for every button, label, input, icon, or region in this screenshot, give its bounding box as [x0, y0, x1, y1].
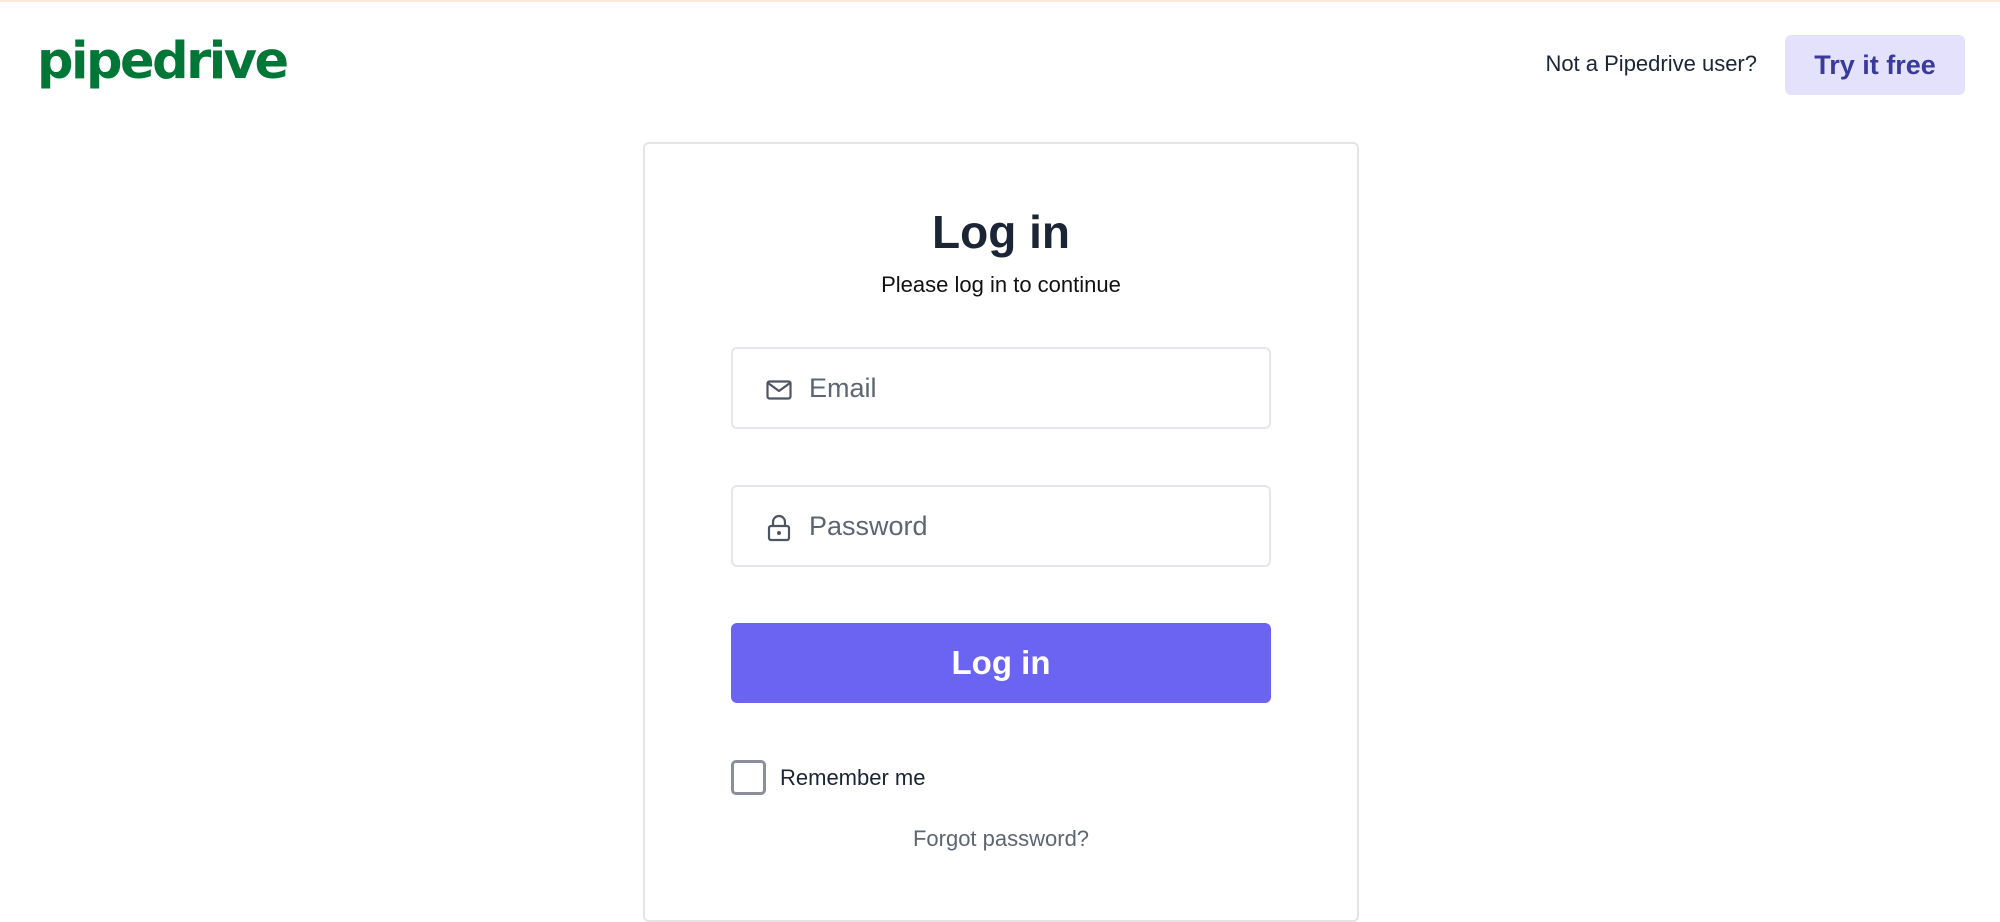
- remember-me-checkbox[interactable]: [731, 760, 766, 795]
- not-user-text: Not a Pipedrive user?: [1545, 51, 1757, 76]
- forgot-password-link[interactable]: Forgot password?: [645, 826, 1357, 852]
- lock-icon: [765, 514, 793, 542]
- email-field[interactable]: [731, 347, 1271, 429]
- try-it-free-button[interactable]: Try it free: [1785, 35, 1965, 95]
- envelope-icon: [765, 376, 793, 404]
- page-title: Log in: [932, 206, 1070, 258]
- password-input[interactable]: [809, 487, 1249, 565]
- page-subtitle: Please log in to continue: [881, 272, 1121, 297]
- login-card: Log in Please log in to continue Log in …: [643, 142, 1359, 922]
- email-input[interactable]: [809, 349, 1249, 427]
- remember-me[interactable]: Remember me: [731, 760, 925, 795]
- pipedrive-logo[interactable]: pipedrive: [37, 28, 289, 96]
- remember-me-label[interactable]: Remember me: [780, 765, 925, 791]
- password-field[interactable]: [731, 485, 1271, 567]
- top-header: pipedrive Not a Pipedrive user? Try it f…: [0, 0, 2000, 128]
- log-in-button[interactable]: Log in: [731, 623, 1271, 703]
